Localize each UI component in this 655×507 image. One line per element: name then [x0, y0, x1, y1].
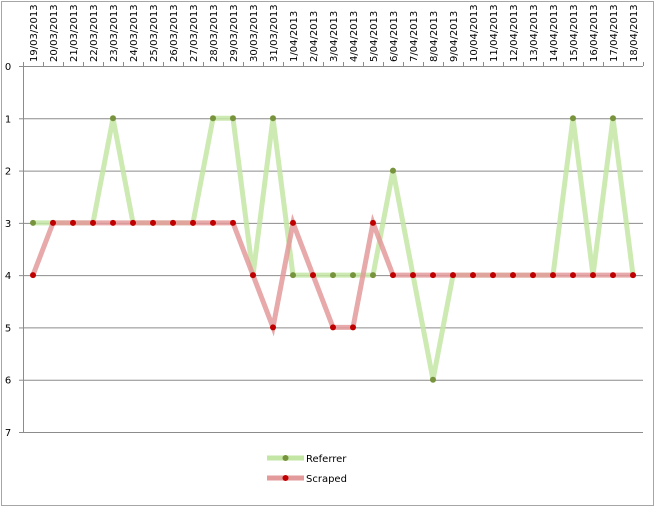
x-tick-label: 6/04/2013 [389, 11, 400, 62]
x-tick-label: 7/04/2013 [409, 11, 420, 62]
data-point [50, 219, 56, 226]
data-point [230, 219, 236, 226]
data-point [610, 272, 616, 279]
data-point [390, 167, 396, 174]
data-point [110, 219, 116, 226]
legend-item-referrer: Referrer [267, 454, 347, 465]
data-point [270, 115, 276, 122]
y-tick-label: 7 [5, 428, 11, 439]
data-point [90, 219, 96, 226]
x-tick-label: 12/04/2013 [509, 4, 520, 62]
data-point [410, 272, 416, 279]
data-point [210, 115, 216, 122]
x-tick-label: 9/04/2013 [449, 11, 460, 62]
x-tick-label: 16/04/2013 [589, 4, 600, 62]
data-point [590, 272, 596, 279]
series-layer [30, 115, 636, 383]
data-point [270, 324, 276, 331]
x-tick-label: 23/03/2013 [109, 4, 120, 62]
data-point [570, 115, 576, 122]
x-tick-label: 4/04/2013 [349, 11, 360, 62]
data-point [290, 219, 296, 226]
x-tick-label: 19/03/2013 [29, 4, 40, 62]
series-line [33, 115, 636, 381]
x-tick-label: 29/03/2013 [229, 4, 240, 62]
x-tick-label: 24/03/2013 [129, 4, 140, 62]
x-tick-label: 27/03/2013 [189, 4, 200, 62]
x-tick-label: 31/03/2013 [269, 4, 280, 62]
x-tick-label: 17/04/2013 [609, 4, 620, 62]
data-point [250, 272, 256, 279]
data-point [470, 272, 476, 279]
x-tick-label: 25/03/2013 [149, 4, 160, 62]
data-point [510, 272, 516, 279]
legend: Referrer Scraped [267, 454, 347, 485]
data-point [350, 272, 356, 279]
data-point [370, 219, 376, 226]
y-tick-label: 6 [5, 376, 11, 387]
legend-label: Referrer [306, 454, 347, 465]
x-tick-label: 3/04/2013 [329, 11, 340, 62]
data-point [190, 219, 196, 226]
x-tick-label: 1/04/2013 [289, 11, 300, 62]
data-point [530, 272, 536, 279]
data-point [150, 219, 156, 226]
y-tick-label: 1 [5, 114, 11, 125]
data-point [630, 272, 636, 279]
y-tick-label: 2 [5, 167, 11, 178]
data-point [450, 272, 456, 279]
x-tick-label: 8/04/2013 [429, 11, 440, 62]
x-tick-label: 18/04/2013 [629, 4, 640, 62]
x-tick-label: 5/04/2013 [369, 11, 380, 62]
data-point [330, 272, 336, 279]
x-tick-label: 13/04/2013 [529, 4, 540, 62]
x-tick-label: 15/04/2013 [569, 4, 580, 62]
data-point [610, 115, 616, 122]
legend-marker [282, 455, 289, 461]
data-point [30, 219, 36, 226]
data-point [290, 272, 296, 279]
x-tick-label: 26/03/2013 [169, 4, 180, 62]
legend-label: Scraped [306, 474, 347, 485]
y-tick-label: 4 [5, 271, 11, 282]
x-tick-label: 21/03/2013 [69, 4, 80, 62]
data-point [130, 219, 136, 226]
data-point [170, 219, 176, 226]
x-tick-label: 30/03/2013 [249, 4, 260, 62]
x-tick-label: 14/04/2013 [549, 4, 560, 62]
x-tick-label: 2/04/2013 [309, 11, 320, 62]
data-point [430, 272, 436, 279]
data-point [70, 219, 76, 226]
data-point [30, 272, 36, 279]
x-tick-label: 11/04/2013 [489, 4, 500, 62]
data-point [310, 272, 316, 279]
legend-item-scraped: Scraped [267, 474, 347, 485]
line-chart: 19/03/2013 20/03/2013 21/03/2013 22/03/2013… [5, 4, 644, 485]
data-point [570, 272, 576, 279]
y-tick-labels: 0 1 2 3 4 5 6 7 [5, 62, 11, 439]
y-tick-label: 5 [5, 323, 11, 334]
data-point [390, 272, 396, 279]
x-tick-label: 20/03/2013 [49, 4, 60, 62]
y-tick-label: 0 [5, 62, 11, 73]
data-point [330, 324, 336, 331]
legend-marker [282, 475, 289, 481]
data-point [490, 272, 496, 279]
data-point [370, 272, 376, 279]
x-tick-label: 10/04/2013 [469, 4, 480, 62]
data-point [230, 115, 236, 122]
data-point [430, 376, 436, 383]
data-point [210, 219, 216, 226]
series-referrer [30, 115, 636, 383]
data-point [110, 115, 116, 122]
x-tick-label: 28/03/2013 [209, 4, 220, 62]
data-point [550, 272, 556, 279]
data-point [350, 324, 356, 331]
x-tick-label: 22/03/2013 [89, 4, 100, 62]
x-tick-labels: 19/03/2013 20/03/2013 21/03/2013 22/03/2013… [29, 4, 640, 62]
y-tick-label: 3 [5, 219, 11, 230]
